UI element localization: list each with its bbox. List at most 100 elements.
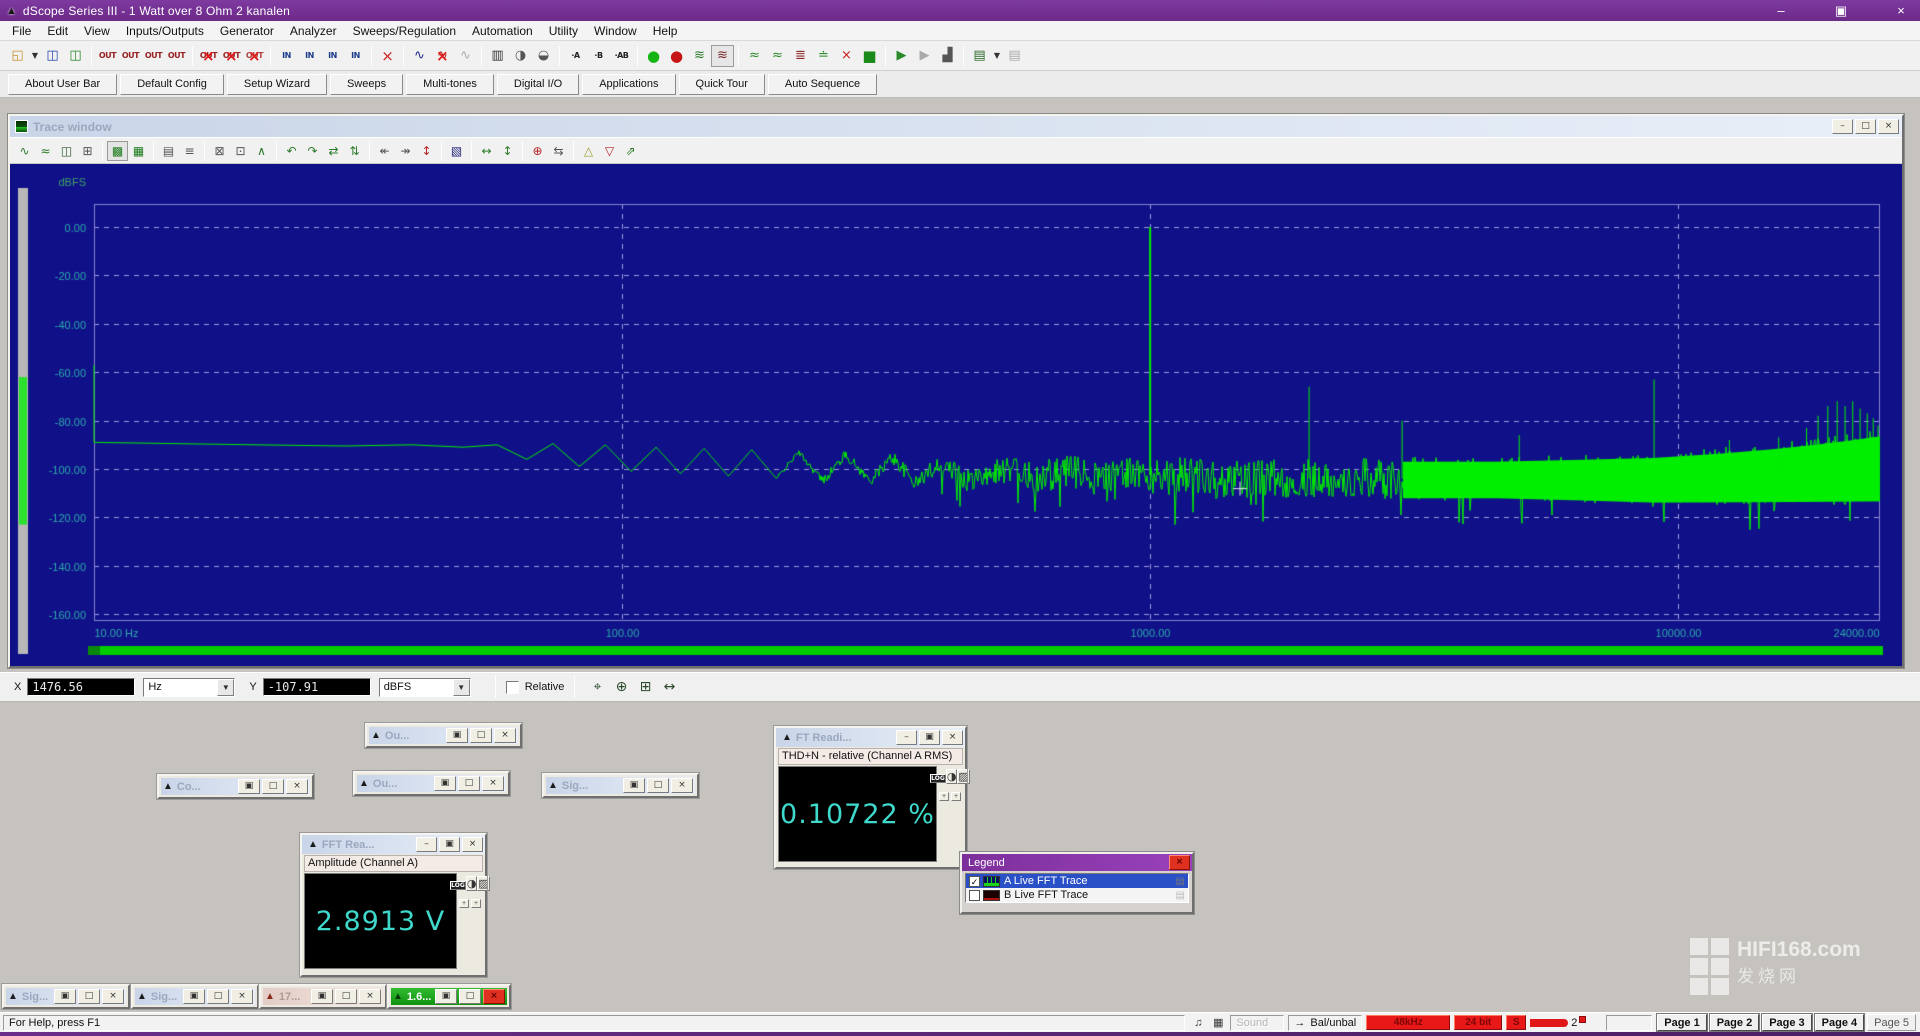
menu-item[interactable]: File [4, 22, 39, 40]
run-button[interactable]: ● [642, 45, 665, 67]
close-button[interactable]: × [482, 776, 504, 791]
script-edit-button[interactable]: ≋ [711, 45, 734, 67]
save-trace-icon[interactable]: ◫ [56, 141, 77, 161]
maximize-button[interactable]: □ [647, 778, 669, 793]
cursor-position-button[interactable]: ⌖ [585, 676, 609, 698]
minimize-button[interactable]: – [1768, 3, 1794, 18]
trace-close-button[interactable]: × [1878, 119, 1899, 134]
output-route-button[interactable]: OUT [165, 45, 188, 67]
x-unit-select[interactable]: Hz ▼ [143, 678, 235, 697]
maximize-button[interactable]: □ [207, 989, 229, 1004]
trace-b-off-button[interactable]: ∿ [431, 45, 454, 67]
channel-a-button[interactable]: ·A [564, 45, 587, 67]
output-off-button[interactable]: OUT [243, 45, 266, 67]
page-tab[interactable]: Page 5 [1867, 1014, 1916, 1031]
close-button[interactable]: × [462, 837, 483, 852]
input-wave-button[interactable]: IN [298, 45, 321, 67]
maximize-button[interactable]: □ [78, 989, 100, 1004]
menu-item[interactable]: Help [645, 22, 686, 40]
restore-button[interactable]: ▣ [1828, 3, 1854, 19]
page-tab[interactable]: Page 1 [1657, 1014, 1706, 1031]
disconnect-button[interactable]: × [376, 45, 399, 67]
minimize-button[interactable]: – [416, 837, 437, 852]
meter-setup-button[interactable]: ◒ [532, 45, 555, 67]
output-config-button[interactable]: OUT [96, 45, 119, 67]
close-button[interactable]: × [286, 779, 308, 794]
trace-hold-button[interactable]: ∿ [454, 45, 477, 67]
graph-display-icon[interactable]: ▩ [107, 141, 128, 161]
output-mute-b-button[interactable]: OUT [220, 45, 243, 67]
open-dropdown[interactable]: ▼ [29, 45, 41, 67]
userbar-button[interactable]: Digital I/O [497, 74, 579, 95]
nudge-buttons[interactable]: ++ [459, 899, 481, 908]
minimized-window-signal3[interactable]: ▲ Sig... ▣ □ × [131, 984, 259, 1009]
input-config-button[interactable]: IN [275, 45, 298, 67]
close-button[interactable]: × [494, 728, 516, 743]
close-button[interactable]: × [483, 989, 505, 1004]
close-button[interactable]: × [359, 989, 381, 1004]
minimized-window-output[interactable]: ▲ Ou... ▣ □ × [365, 723, 522, 748]
legend-row-b[interactable]: B Live FFT Trace ▤ [966, 888, 1188, 902]
sweep-new-button[interactable]: ≈ [743, 45, 766, 67]
menu-item[interactable]: Edit [39, 22, 76, 40]
restore-button[interactable]: ▣ [446, 728, 468, 743]
maximize-button[interactable]: □ [458, 776, 480, 791]
main-titlebar[interactable]: ▲ dScope Series III - 1 Watt over 8 Ohm … [0, 0, 1920, 21]
input-level-button[interactable]: IN [321, 45, 344, 67]
fft-reading-titlebar[interactable]: ▲ FT Readi... – ▣ × [776, 728, 965, 747]
restore-button[interactable]: ▣ [54, 989, 76, 1004]
maximize-button[interactable]: □ [459, 989, 481, 1004]
minimize-button[interactable]: – [896, 730, 917, 745]
autoscale-icon[interactable]: ∧ [251, 141, 272, 161]
split-x-icon[interactable]: ↔ [476, 141, 497, 161]
report-disabled-button[interactable]: ▤ [1003, 45, 1026, 67]
marker-swap-icon[interactable]: ⇆ [548, 141, 569, 161]
fft-reading-titlebar[interactable]: ▲ FFT Rea... – ▣ × [302, 835, 485, 854]
close-button[interactable]: × [231, 989, 253, 1004]
menu-item[interactable]: Automation [464, 22, 541, 40]
menu-item[interactable]: Analyzer [282, 22, 345, 40]
restore-button[interactable]: ▣ [623, 778, 645, 793]
audio-monitor-icon[interactable]: ♫ [1188, 1017, 1208, 1029]
cursor-center-button[interactable]: ⊕ [609, 676, 633, 698]
split-y-icon[interactable]: ↕ [497, 141, 518, 161]
y-unit-select[interactable]: dBFS ▼ [379, 678, 471, 697]
input-route-button[interactable]: IN [344, 45, 367, 67]
multitone-button[interactable]: ≣ [789, 45, 812, 67]
display-monitor-icon[interactable]: ▦ [1208, 1016, 1228, 1029]
restore-button[interactable]: ▣ [435, 989, 457, 1004]
undo-view-icon[interactable]: ↶ [281, 141, 302, 161]
restore-button[interactable]: ▣ [439, 837, 460, 852]
report-button[interactable]: ▤ [968, 45, 991, 67]
analog-view-button[interactable]: ◑ [466, 876, 478, 891]
limit-lower-icon[interactable]: ▽ [599, 141, 620, 161]
menu-item[interactable]: View [76, 22, 118, 40]
log-scale-button[interactable]: LOG [930, 774, 946, 783]
minimized-window-signal[interactable]: ▲ Sig... ▣ □ × [542, 773, 699, 798]
pause-flag-button[interactable]: ▶ [913, 45, 936, 67]
maximize-button[interactable]: □ [335, 989, 357, 1004]
expand-y-icon[interactable]: ⇅ [344, 141, 365, 161]
analog-view-button[interactable]: ◑ [946, 769, 958, 784]
properties-button[interactable]: ▨ [957, 769, 969, 784]
minimized-window-output2[interactable]: ▲ Ou... ▣ □ × [353, 771, 510, 796]
clipboard-icon[interactable]: ▤ [1176, 890, 1185, 901]
cursor-split-button[interactable]: ↔ [657, 676, 681, 698]
channel-ab-button[interactable]: ·AB [610, 45, 633, 67]
userbar-button[interactable]: Multi-tones [406, 74, 494, 95]
cursor-left-icon[interactable]: ↞ [374, 141, 395, 161]
menu-item[interactable]: Inputs/Outputs [118, 22, 212, 40]
x-value-field[interactable] [27, 678, 135, 696]
redo-view-icon[interactable]: ↷ [302, 141, 323, 161]
log-scale-button[interactable]: LOG [450, 881, 466, 890]
open-config-button[interactable]: ◱ [6, 45, 29, 67]
stop-button[interactable]: ● [665, 45, 688, 67]
expand-x-icon[interactable]: ⇄ [323, 141, 344, 161]
y-value-field[interactable] [263, 678, 371, 696]
legend-row-a[interactable]: ✓ A Live FFT Trace ▤ [966, 874, 1188, 888]
play-flag-button[interactable]: ▶ [890, 45, 913, 67]
marker-add-icon[interactable]: ⊕ [527, 141, 548, 161]
trace-plot-canvas[interactable] [10, 164, 1902, 666]
page-tab[interactable]: Page 2 [1710, 1014, 1759, 1031]
regulation-button[interactable]: ≐ [812, 45, 835, 67]
